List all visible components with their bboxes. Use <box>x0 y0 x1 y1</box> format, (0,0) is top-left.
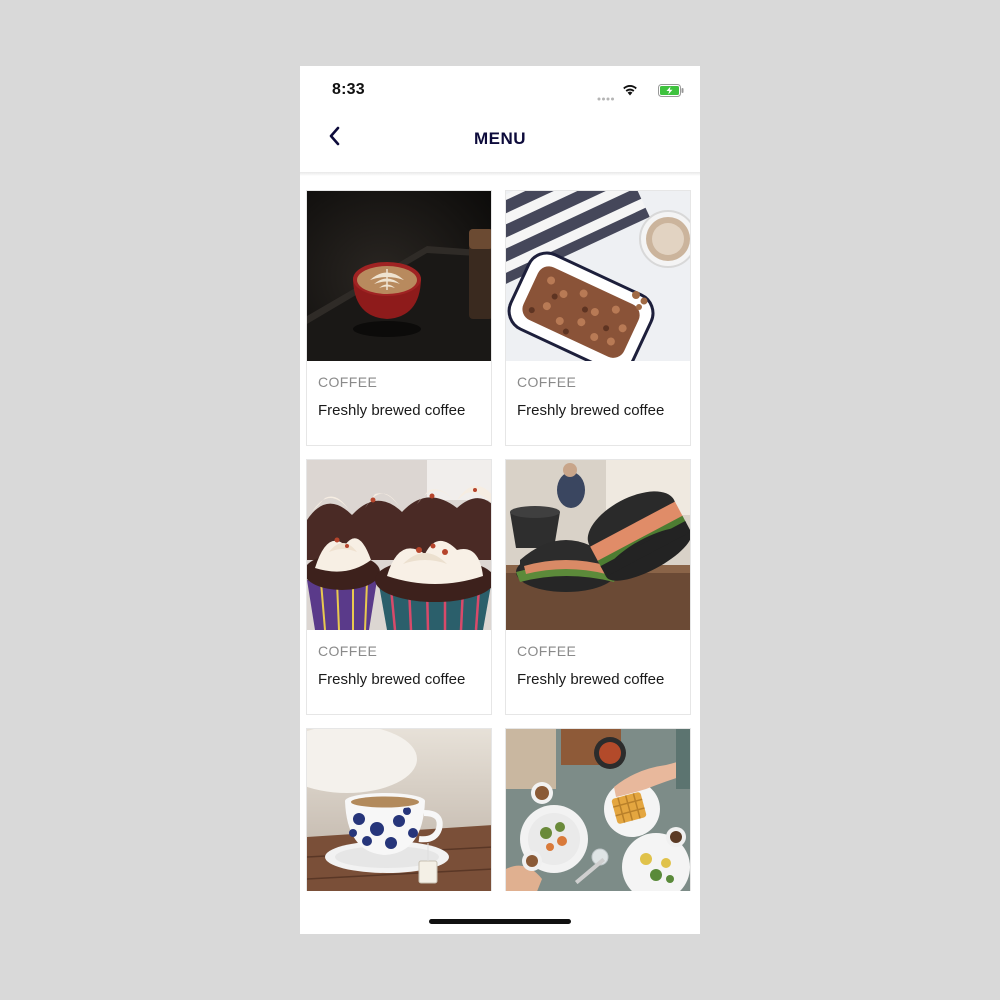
status-bar: 8:33 <box>300 66 700 110</box>
card-title: Freshly brewed coffee <box>318 671 466 688</box>
page-title: MENU <box>473 129 527 148</box>
battery-charging-icon <box>658 84 684 102</box>
phone-screen: 8:33 MENU COFFEE Freshly brewed coffee C… <box>300 66 700 934</box>
cupcakes-photo <box>307 460 491 630</box>
bottom-safe-area <box>300 891 700 934</box>
header-divider <box>300 172 700 176</box>
granola-dish-coffee-photo <box>506 191 690 361</box>
menu-card[interactable]: COFFEE Freshly brewed coffee <box>505 459 691 715</box>
brunch-table-photo <box>506 729 690 899</box>
wifi-icon <box>622 83 638 101</box>
navigation-bar: MENU <box>300 110 700 172</box>
latte-art-cup-photo <box>307 191 491 361</box>
menu-card[interactable]: COFFEE Freshly brewed coffee <box>306 190 492 446</box>
card-title: Freshly brewed coffee <box>318 402 466 419</box>
home-indicator[interactable] <box>429 919 571 924</box>
card-category: COFFEE <box>318 374 378 390</box>
menu-card[interactable]: COFFEE Freshly brewed coffee <box>306 459 492 715</box>
card-title: Freshly brewed coffee <box>517 671 665 688</box>
menu-card[interactable]: COFFEE Freshly brewed coffee <box>505 190 691 446</box>
signal-dots-icon <box>597 88 615 106</box>
card-title: Freshly brewed coffee <box>517 402 665 419</box>
card-category: COFFEE <box>517 374 577 390</box>
black-bun-sandwich-photo <box>506 460 690 630</box>
blue-floral-teacup-photo <box>307 729 491 899</box>
card-category: COFFEE <box>517 643 577 659</box>
status-time: 8:33 <box>332 81 365 98</box>
card-category: COFFEE <box>318 643 378 659</box>
